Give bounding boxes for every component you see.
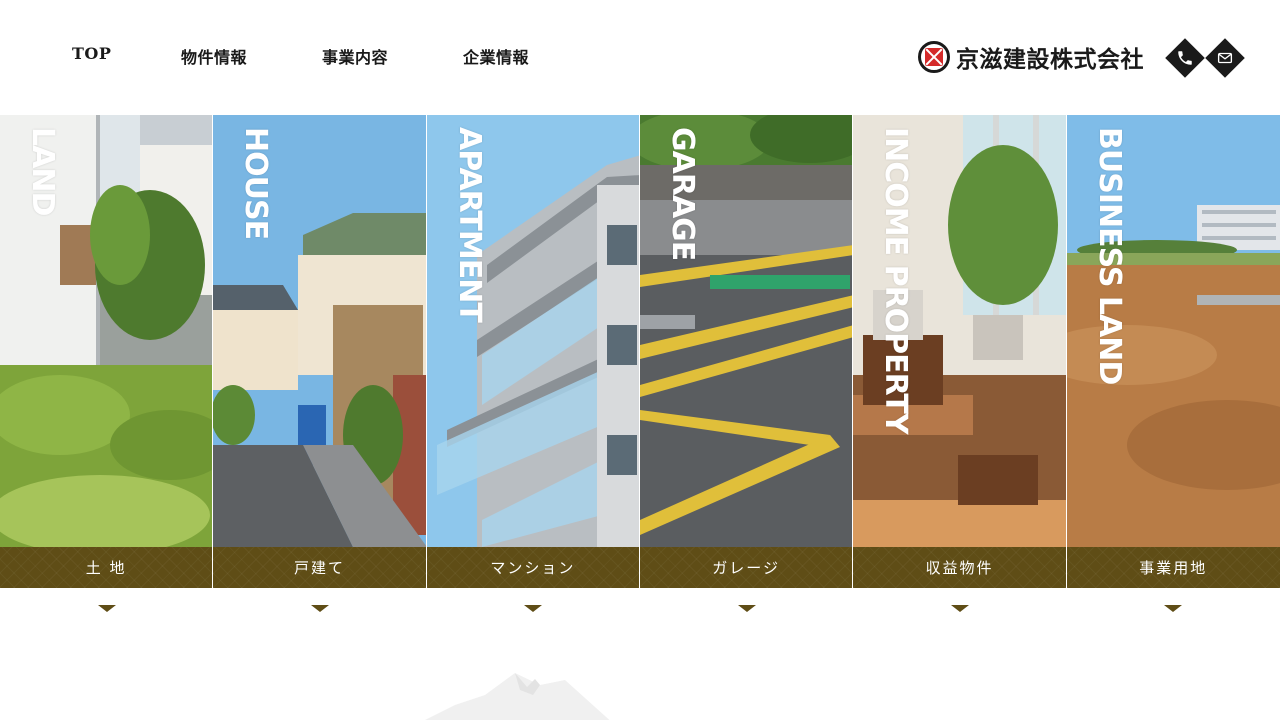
category-en-title: GARAGE	[664, 127, 700, 261]
chevron-down-icon[interactable]	[737, 605, 756, 612]
chevron-down-icon[interactable]	[950, 605, 969, 612]
category-apartment[interactable]: APARTMENT マンション	[426, 115, 640, 588]
site-header: TOP 物件情報 事業内容 企業情報 京滋建設株式会社	[0, 0, 1280, 115]
brand-logo[interactable]: 京滋建設株式会社	[918, 40, 1144, 74]
category-label: マンション	[426, 547, 639, 588]
phone-icon	[1178, 51, 1192, 65]
logo-mark-icon	[918, 41, 950, 73]
category-label: 収益物件	[853, 547, 1066, 588]
category-en-title: BUSINESS LAND	[1091, 127, 1127, 385]
mountain-watermark	[425, 673, 610, 720]
company-name: 京滋建設株式会社	[956, 47, 1144, 73]
category-business-land[interactable]: BUSINESS LAND 事業用地	[1066, 115, 1280, 588]
chevron-down-icon[interactable]	[97, 605, 116, 612]
category-en-title: LAND	[25, 127, 60, 216]
nav-business[interactable]: 事業内容	[322, 44, 463, 68]
chevron-down-icon[interactable]	[524, 605, 543, 612]
mail-icon	[1217, 52, 1233, 64]
category-house[interactable]: HOUSE 戸建て	[213, 115, 427, 588]
nav-top[interactable]: TOP	[72, 44, 181, 68]
phone-button[interactable]	[1165, 38, 1205, 78]
category-label: ガレージ	[639, 547, 853, 588]
mail-button[interactable]	[1205, 38, 1245, 78]
nav-properties[interactable]: 物件情報	[181, 44, 322, 68]
category-land[interactable]: LAND 土 地	[0, 115, 214, 588]
category-en-title: HOUSE	[238, 127, 274, 240]
chevron-down-icon[interactable]	[1164, 605, 1183, 612]
chevron-down-icon[interactable]	[310, 605, 329, 612]
category-income-property[interactable]: INCOME PROPERTY 収益物件	[853, 115, 1067, 588]
category-garage[interactable]: GARAGE ガレージ	[639, 115, 854, 588]
category-panels: LAND 土 地 HOUSE 戸建て APARTMENT マンション GARAG…	[0, 115, 1280, 588]
category-en-title: APARTMENT	[451, 127, 487, 322]
category-label: 土 地	[0, 547, 213, 588]
category-en-title: INCOME PROPERTY	[878, 127, 914, 434]
main-nav: TOP 物件情報 事業内容 企業情報	[72, 44, 563, 68]
category-label: 事業用地	[1066, 547, 1280, 588]
nav-company[interactable]: 企業情報	[463, 44, 563, 68]
category-arrows	[0, 605, 1280, 612]
category-label: 戸建て	[213, 547, 426, 588]
